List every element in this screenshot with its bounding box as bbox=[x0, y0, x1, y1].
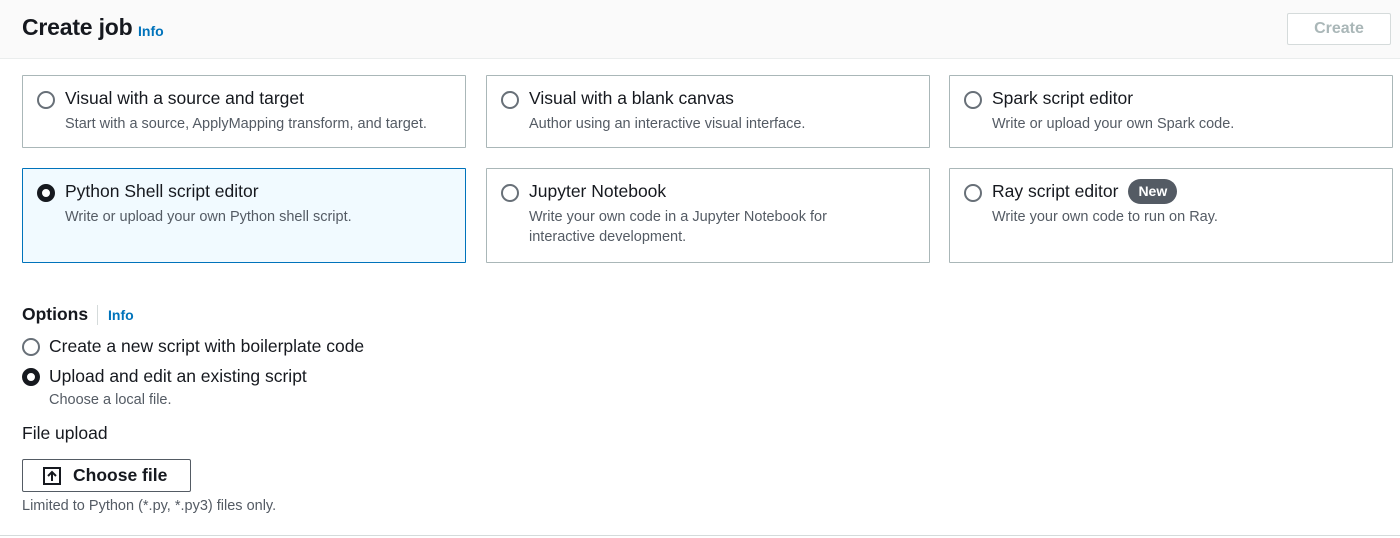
tile-title: Python Shell script editor bbox=[65, 181, 259, 201]
option-description: Choose a local file. bbox=[49, 392, 172, 408]
tile-title: Visual with a source and target bbox=[65, 88, 304, 108]
page-title: Create job bbox=[22, 14, 133, 40]
new-badge: New bbox=[1128, 179, 1178, 204]
tile-title: Ray script editor bbox=[992, 181, 1119, 201]
upload-constraint-text: Limited to Python (*.py, *.py3) files on… bbox=[22, 498, 277, 514]
tile-spark-script-editor[interactable]: Spark script editor Write or upload your… bbox=[949, 75, 1393, 148]
file-upload-label: File upload bbox=[22, 423, 108, 443]
choose-file-label: Choose file bbox=[73, 465, 168, 485]
tile-title: Visual with a blank canvas bbox=[529, 88, 734, 108]
tile-description: Write your own code in a Jupyter Noteboo… bbox=[529, 209, 827, 245]
tile-description: Start with a source, ApplyMapping transf… bbox=[65, 116, 427, 132]
create-button[interactable]: Create bbox=[1287, 13, 1391, 45]
option-radio[interactable] bbox=[22, 338, 40, 356]
tile-description: Author using an interactive visual inter… bbox=[529, 116, 806, 132]
tile-ray-script-editor[interactable]: Ray script editor New Write your own code… bbox=[949, 168, 1393, 263]
section-bottom-border bbox=[0, 535, 1400, 536]
tile-visual-source-target[interactable]: Visual with a source and target Start wi… bbox=[22, 75, 466, 148]
tile-radio[interactable] bbox=[501, 91, 519, 109]
tile-radio[interactable] bbox=[501, 184, 519, 202]
tile-jupyter-notebook[interactable]: Jupyter Notebook Write your own code in … bbox=[486, 168, 930, 263]
tile-description: Write or upload your own Python shell sc… bbox=[65, 209, 352, 225]
tile-radio[interactable] bbox=[37, 91, 55, 109]
options-heading: Options bbox=[22, 304, 89, 324]
tile-python-shell-script-editor[interactable]: Python Shell script editor Write or uplo… bbox=[22, 168, 466, 263]
option-radio-selected[interactable] bbox=[22, 368, 40, 386]
upload-icon bbox=[43, 467, 61, 485]
title-info-link[interactable]: Info bbox=[138, 23, 164, 39]
choose-file-button[interactable]: Choose file bbox=[22, 459, 191, 492]
tile-title-row: Ray script editor New bbox=[992, 179, 1178, 204]
tile-description: Write your own code to run on Ray. bbox=[992, 209, 1218, 225]
option-label: Upload and edit an existing script bbox=[49, 366, 307, 386]
tile-radio[interactable] bbox=[964, 91, 982, 109]
tile-radio[interactable] bbox=[964, 184, 982, 202]
page-header: Create job Info Create bbox=[0, 0, 1400, 59]
option-label: Create a new script with boilerplate cod… bbox=[49, 336, 365, 356]
tile-title: Jupyter Notebook bbox=[529, 181, 667, 201]
tile-description: Write or upload your own Spark code. bbox=[992, 116, 1235, 132]
options-info-link[interactable]: Info bbox=[108, 307, 134, 323]
options-divider bbox=[97, 305, 98, 325]
tile-title: Spark script editor bbox=[992, 88, 1134, 108]
tile-visual-blank-canvas[interactable]: Visual with a blank canvas Author using … bbox=[486, 75, 930, 148]
tile-radio-selected[interactable] bbox=[37, 184, 55, 202]
